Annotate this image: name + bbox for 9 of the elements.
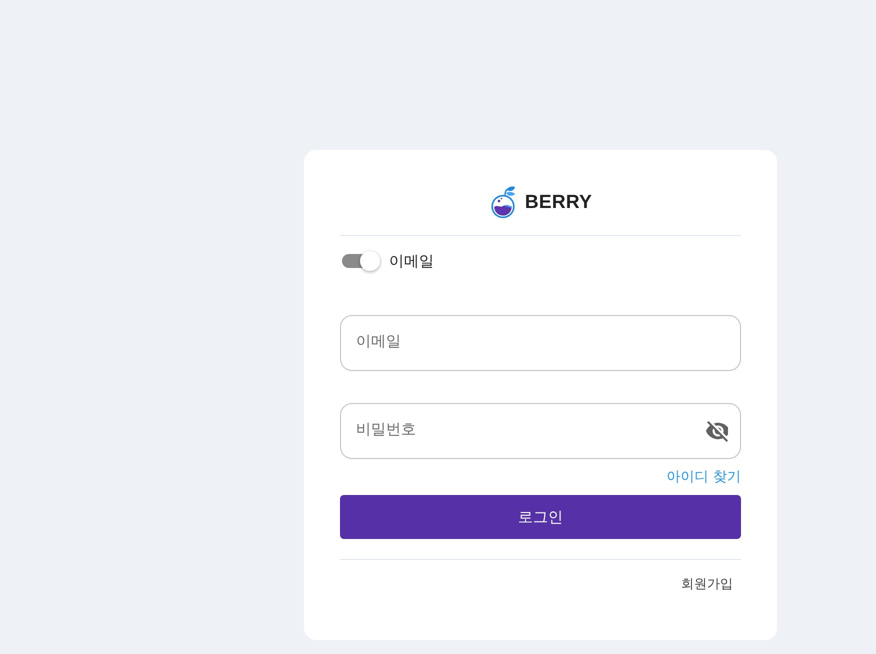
email-field[interactable]: 이메일	[340, 315, 741, 371]
logo-text: BERRY	[524, 192, 592, 214]
toggle-label: 이메일	[389, 252, 434, 270]
login-button[interactable]: 로그인	[340, 495, 741, 539]
toggle-switch[interactable]	[341, 251, 381, 271]
eye-slash-icon[interactable]	[706, 421, 728, 442]
password-field[interactable]: 비밀번호	[340, 403, 741, 459]
signup-button[interactable]: 회원가입	[673, 566, 741, 602]
logo-icon	[490, 186, 517, 219]
